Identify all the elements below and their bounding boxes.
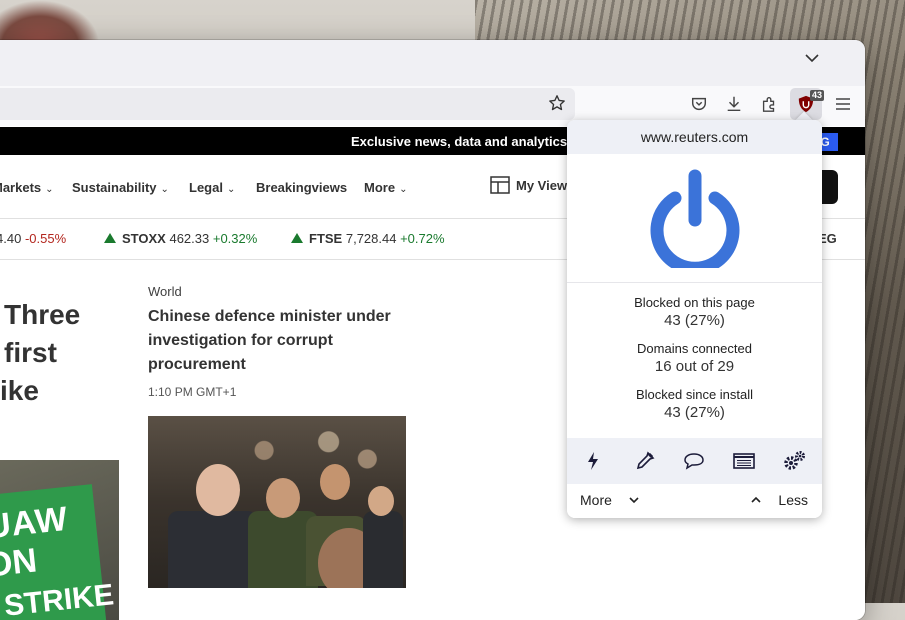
ticker-item[interactable]: 4.40 -0.55% — [0, 231, 66, 246]
power-switch-icon[interactable] — [647, 168, 743, 268]
eyedropper-icon[interactable] — [633, 449, 657, 473]
story-headline[interactable]: Chinese defence minister under investiga… — [148, 305, 408, 377]
popup-footer: More Less — [567, 484, 822, 518]
nav-item-sustainability[interactable]: Sustainability ⌄ — [72, 180, 169, 195]
layout-icon — [490, 176, 510, 194]
blocked-count-badge: 43 — [809, 90, 824, 101]
tab-strip — [0, 40, 865, 86]
stat-label: Domains connected — [637, 341, 752, 356]
nav-item-more[interactable]: More ⌄ — [364, 180, 407, 195]
person-figure — [320, 464, 350, 500]
person-figure — [368, 486, 394, 516]
stat-value: 16 out of 29 — [654, 358, 735, 375]
popup-hostname[interactable]: www.reuters.com — [567, 120, 822, 154]
my-view-label: My View — [516, 177, 568, 193]
more-button[interactable]: More — [580, 492, 612, 508]
cogs-icon[interactable] — [782, 449, 806, 473]
chevron-down-icon: ⌄ — [45, 184, 54, 195]
story-kicker[interactable]: World — [148, 284, 408, 299]
chevron-down-icon: ⌄ — [399, 184, 408, 195]
blocking-stats: Blocked on this page 43 (27%) Domains co… — [567, 283, 822, 423]
story-photo[interactable] — [148, 416, 406, 588]
desktop-wallpaper-left — [0, 0, 100, 45]
power-switch-area — [567, 154, 822, 283]
chevron-down-icon: ⌄ — [160, 184, 169, 195]
lead-story-headline[interactable]: Three first ike — [0, 296, 80, 410]
download-icon[interactable] — [723, 93, 745, 115]
chevron-up-icon[interactable] — [750, 493, 762, 509]
hamburger-menu-icon[interactable] — [832, 93, 854, 115]
story-timestamp: 1:10 PM GMT+1 — [148, 385, 237, 399]
nav-item-markets[interactable]: Markets⌄ — [0, 180, 54, 195]
sign-text: ON — [0, 541, 39, 585]
popup-toolbar — [567, 438, 822, 484]
chevron-down-icon[interactable] — [628, 493, 640, 509]
story-card: World Chinese defence minister under inv… — [148, 284, 408, 399]
extensions-icon[interactable] — [758, 93, 780, 115]
speech-bubble-icon[interactable] — [682, 449, 706, 473]
person-figure — [196, 464, 240, 516]
subscribe-button[interactable] — [820, 170, 838, 204]
chevron-down-icon[interactable] — [805, 50, 819, 68]
stat-label: Blocked on this page — [634, 295, 755, 310]
url-bar[interactable] — [0, 88, 575, 120]
less-button[interactable]: Less — [778, 492, 808, 508]
promo-text: Exclusive news, data and analytics — [351, 134, 568, 149]
uaw-strike-photo[interactable]: UAW ON STRIKE — [0, 460, 119, 620]
nav-item-breakingviews[interactable]: Breakingviews — [256, 180, 347, 195]
person-figure — [168, 511, 258, 588]
list-icon[interactable] — [732, 449, 756, 473]
stat-value: 43 (27%) — [664, 404, 725, 421]
lightning-icon[interactable] — [581, 449, 605, 473]
pocket-icon[interactable] — [688, 93, 710, 115]
up-arrow-icon — [104, 233, 116, 243]
ticker-item-stoxx[interactable]: STOXX 462.33 +0.32% — [104, 231, 257, 246]
person-figure — [266, 478, 300, 518]
up-arrow-icon — [291, 233, 303, 243]
ublock-popup: www.reuters.com Blocked on this page 43 … — [567, 120, 822, 518]
nav-item-legal[interactable]: Legal ⌄ — [189, 180, 235, 195]
stat-value: 43 (27%) — [664, 312, 725, 329]
my-view-link[interactable]: My View — [490, 176, 567, 194]
stat-label: Blocked since install — [635, 387, 754, 402]
chevron-down-icon: ⌄ — [226, 184, 236, 195]
person-figure — [363, 511, 403, 588]
ticker-item-ftse[interactable]: FTSE 7,728.44 +0.72% — [291, 231, 445, 246]
star-icon[interactable] — [548, 94, 568, 114]
